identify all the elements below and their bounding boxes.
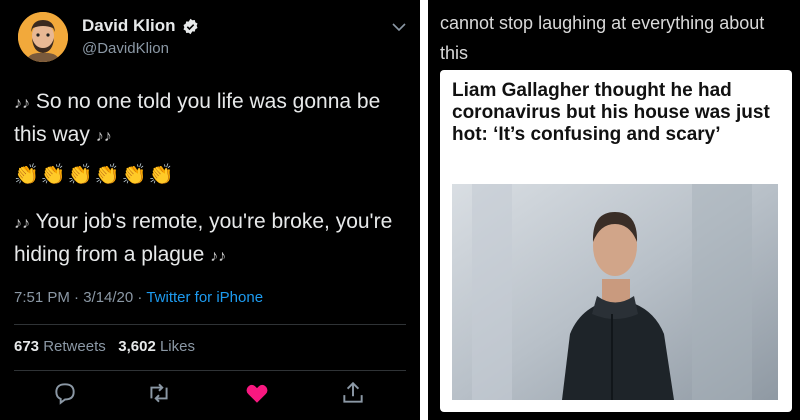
tweet-panel: David Klion @DavidKlion ♪♪ So no one tol… — [0, 0, 420, 420]
music-note-icon: ♪♪ — [14, 215, 30, 232]
article-card[interactable]: Liam Gallagher thought he had coronaviru… — [440, 70, 792, 412]
verified-icon — [183, 18, 198, 34]
retweets-label: Retweets — [43, 338, 106, 355]
article-headline[interactable]: Liam Gallagher thought he had coronaviru… — [452, 80, 782, 146]
music-note-icon: ♪♪ — [14, 95, 30, 112]
share-icon[interactable] — [340, 380, 366, 406]
tweet-source[interactable]: Twitter for iPhone — [146, 289, 263, 306]
clap-emojis: 👏👏👏👏👏👏 — [14, 164, 176, 186]
handle[interactable]: @DavidKlion — [82, 40, 169, 57]
retweet-icon[interactable] — [146, 380, 172, 406]
display-name-text: David Klion — [82, 16, 176, 35]
likes-stat[interactable]: 3,602 Likes — [118, 338, 195, 355]
tweet-text-2: ♪♪ Your job's remote, you're broke, you'… — [14, 206, 414, 272]
avatar[interactable] — [18, 12, 68, 62]
tweet-stats: 673 Retweets 3,602 Likes — [14, 338, 195, 355]
tweet-meta: 7:51 PM · 3/14/20 · Twitter for iPhone — [14, 289, 263, 306]
chevron-down-icon[interactable] — [392, 22, 406, 32]
timestamp[interactable]: 7:51 PM · 3/14/20 · — [14, 289, 146, 306]
retweets-count: 673 — [14, 338, 40, 355]
music-note-icon: ♪♪ — [210, 248, 227, 265]
divider — [14, 324, 406, 325]
reply-icon[interactable] — [52, 380, 78, 406]
retweets-stat[interactable]: 673 Retweets — [14, 338, 106, 355]
tweet-text-1: ♪♪ So no one told you life was gonna be … — [14, 86, 414, 152]
tweet-actions — [14, 380, 394, 410]
tweet-line-1: So no one told you life was gonna be thi… — [14, 90, 381, 146]
like-icon[interactable] — [244, 380, 270, 406]
likes-label: Likes — [159, 338, 195, 355]
panel-divider — [420, 0, 428, 420]
likes-count: 3,602 — [118, 338, 156, 355]
tweet-line-2: Your job's remote, you're broke, you're … — [14, 210, 393, 266]
music-note-icon: ♪♪ — [95, 128, 112, 145]
post-panel: cannot stop laughing at everything about… — [428, 0, 800, 420]
display-name[interactable]: David Klion — [82, 16, 199, 36]
post-caption: cannot stop laughing at everything about… — [440, 13, 765, 63]
divider — [14, 370, 406, 371]
article-photo — [452, 184, 778, 400]
